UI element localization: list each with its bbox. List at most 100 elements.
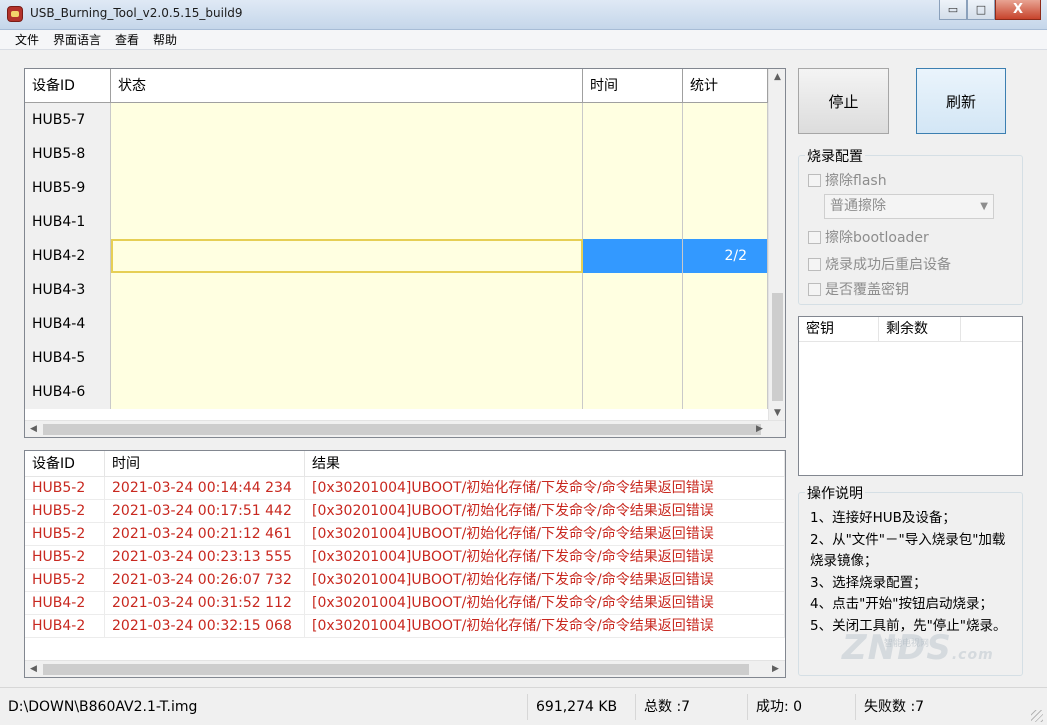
log-row[interactable]: HUB5-2 2021-03-24 00:23:13 555 [0x302010… (25, 546, 785, 569)
grid-cell-count (683, 307, 768, 341)
minimize-icon: ▭ (947, 3, 959, 16)
scroll-right-icon[interactable]: ▶ (751, 421, 768, 437)
log-row[interactable]: HUB5-2 2021-03-24 00:26:07 732 [0x302010… (25, 569, 785, 592)
log-header-result[interactable]: 结果 (305, 451, 785, 476)
grid-row[interactable]: HUB4-3 (25, 273, 768, 307)
menu-bar: 文件 界面语言 查看 帮助 (0, 30, 1047, 50)
log-cell-id: HUB4-2 (25, 592, 105, 615)
key-header-remaining[interactable]: 剩余数 (879, 317, 961, 341)
scroll-left-icon[interactable]: ◀ (25, 421, 42, 437)
reboot-after-checkbox[interactable]: 烧录成功后重启设备 (808, 254, 951, 274)
grid-cell-count: 2/2 (683, 239, 768, 273)
grid-cell-time (583, 171, 683, 205)
erase-bootloader-checkbox[interactable]: 擦除bootloader (808, 227, 929, 247)
grid-row-selected[interactable]: HUB4-2 2/2 (25, 239, 768, 273)
scroll-thumb[interactable] (772, 293, 783, 401)
log-cell-result: [0x30201004]UBOOT/初始化存储/下发命令/命令结果返回错误 (305, 615, 785, 638)
log-row[interactable]: HUB5-2 2021-03-24 00:14:44 234 [0x302010… (25, 477, 785, 500)
log-cell-result: [0x30201004]UBOOT/初始化存储/下发命令/命令结果返回错误 (305, 569, 785, 592)
log-cell-id: HUB5-2 (25, 546, 105, 569)
grid-row[interactable]: HUB4-1 (25, 205, 768, 239)
instructions-title: 操作说明 (805, 483, 865, 503)
log-cell-result: [0x30201004]UBOOT/初始化存储/下发命令/命令结果返回错误 (305, 592, 785, 615)
key-list[interactable]: 密钥 剩余数 (798, 316, 1023, 476)
grid-cell-id: HUB4-6 (25, 375, 111, 409)
log-header: 设备ID 时间 结果 (25, 451, 785, 477)
grid-cell-status (111, 239, 583, 273)
checkbox-icon (808, 257, 821, 271)
grid-cell-time (583, 273, 683, 307)
instruction-line: 3、选择烧录配置； (810, 574, 927, 591)
instructions-text: 1、连接好HUB及设备； 2、从"文件"－"导入烧录包"加载烧录镜像； 3、选择… (810, 508, 1015, 637)
log-header-device-id[interactable]: 设备ID (25, 451, 105, 476)
log-cell-time: 2021-03-24 00:21:12 461 (105, 523, 305, 546)
app-icon (7, 6, 23, 22)
grid-cell-id: HUB5-8 (25, 137, 111, 171)
erase-mode-select[interactable]: 普通擦除 ▼ (824, 194, 994, 219)
scroll-thumb[interactable] (43, 424, 761, 435)
grid-cell-status (111, 341, 583, 375)
grid-cell-time (583, 239, 683, 273)
grid-header-device-id[interactable]: 设备ID (25, 69, 111, 103)
scroll-thumb[interactable] (43, 664, 749, 675)
maximize-button[interactable]: □ (967, 0, 995, 20)
grid-cell-status (111, 103, 583, 137)
grid-vertical-scrollbar[interactable]: ▲ ▼ (768, 69, 785, 422)
grid-row[interactable]: HUB5-7 (25, 103, 768, 137)
instruction-line: 4、点击"开始"按钮启动烧录； (810, 596, 994, 612)
log-cell-time: 2021-03-24 00:23:13 555 (105, 546, 305, 569)
grid-cell-status (111, 307, 583, 341)
status-bar: D:\DOWN\B860AV2.1-T.img 691,274 KB 总数 :7… (0, 687, 1047, 725)
device-grid[interactable]: 设备ID 状态 时间 统计 HUB5-7 HUB5-8 HUB5-9 HUB4-… (24, 68, 786, 438)
log-horizontal-scrollbar[interactable]: ◀ ▶ (25, 660, 785, 677)
menu-view[interactable]: 查看 (108, 31, 146, 48)
status-fail: 失败数 :7 (864, 699, 925, 715)
menu-file[interactable]: 文件 (8, 31, 46, 48)
grid-cell-count (683, 273, 768, 307)
log-cell-id: HUB5-2 (25, 523, 105, 546)
log-row[interactable]: HUB4-2 2021-03-24 00:31:52 112 [0x302010… (25, 592, 785, 615)
overwrite-key-checkbox[interactable]: 是否覆盖密钥 (808, 279, 909, 299)
grid-header-time[interactable]: 时间 (583, 69, 683, 103)
refresh-button[interactable]: 刷新 (916, 68, 1006, 134)
grid-row[interactable]: HUB5-8 (25, 137, 768, 171)
key-header-key[interactable]: 密钥 (799, 317, 879, 341)
log-row[interactable]: HUB5-2 2021-03-24 00:17:51 442 [0x302010… (25, 500, 785, 523)
scroll-right-icon[interactable]: ▶ (767, 661, 784, 677)
log-list[interactable]: 设备ID 时间 结果 HUB5-2 2021-03-24 00:14:44 23… (24, 450, 786, 678)
grid-cell-id: HUB4-1 (25, 205, 111, 239)
minimize-button[interactable]: ▭ (939, 0, 967, 20)
scroll-up-icon[interactable]: ▲ (769, 69, 785, 86)
grid-header-count[interactable]: 统计 (683, 69, 768, 103)
title-bar: USB_Burning_Tool_v2.0.5.15_build9 ▭ □ X (0, 0, 1047, 30)
menu-language[interactable]: 界面语言 (46, 31, 108, 48)
log-cell-id: HUB5-2 (25, 477, 105, 500)
grid-row[interactable]: HUB4-4 (25, 307, 768, 341)
close-icon: X (1012, 2, 1024, 17)
menu-help[interactable]: 帮助 (146, 31, 184, 48)
stop-button[interactable]: 停止 (798, 68, 889, 134)
log-cell-id: HUB5-2 (25, 569, 105, 592)
scroll-left-icon[interactable]: ◀ (25, 661, 42, 677)
close-button[interactable]: X (995, 0, 1041, 20)
window-controls: ▭ □ X (939, 0, 1041, 20)
reboot-after-label: 烧录成功后重启设备 (825, 257, 951, 273)
erase-flash-checkbox[interactable]: 擦除flash (808, 170, 887, 190)
grid-header-status[interactable]: 状态 (111, 69, 583, 103)
grid-cell-time (583, 137, 683, 171)
overwrite-key-label: 是否覆盖密钥 (825, 282, 909, 298)
grid-horizontal-scrollbar[interactable]: ◀ ▶ (25, 420, 785, 437)
grid-row[interactable]: HUB4-5 (25, 341, 768, 375)
window-title: USB_Burning_Tool_v2.0.5.15_build9 (30, 6, 243, 20)
grid-row[interactable]: HUB5-9 (25, 171, 768, 205)
watermark-subtitle: 智能电视网 (884, 639, 930, 649)
log-row[interactable]: HUB4-2 2021-03-24 00:32:15 068 [0x302010… (25, 615, 785, 638)
grid-cell-count (683, 341, 768, 375)
log-header-time[interactable]: 时间 (105, 451, 305, 476)
grid-row[interactable]: HUB4-6 (25, 375, 768, 409)
log-row[interactable]: HUB5-2 2021-03-24 00:21:12 461 [0x302010… (25, 523, 785, 546)
grid-cell-time (583, 375, 683, 409)
resize-grip-icon[interactable] (1031, 710, 1043, 722)
log-cell-id: HUB4-2 (25, 615, 105, 638)
log-cell-result: [0x30201004]UBOOT/初始化存储/下发命令/命令结果返回错误 (305, 546, 785, 569)
